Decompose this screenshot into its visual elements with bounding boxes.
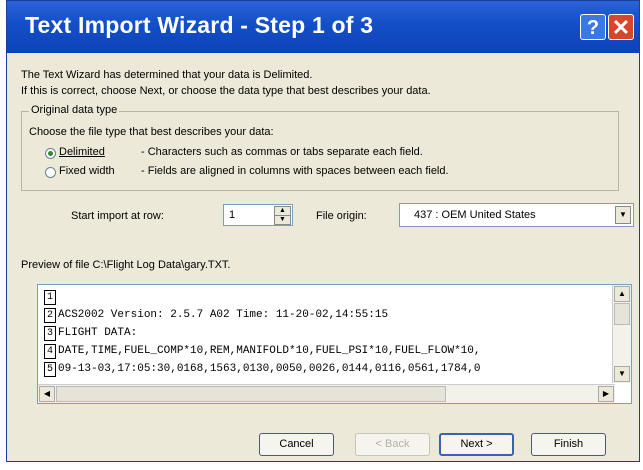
horizontal-scroll-thumb[interactable] — [56, 386, 446, 402]
original-data-type-label: Original data type — [29, 104, 120, 116]
row-number: 1 — [44, 290, 56, 305]
delimited-description: - Characters such as commas or tabs sepa… — [141, 146, 423, 158]
preview-row: 3 FLIGHT DATA: — [38, 326, 613, 344]
row-number: 3 — [44, 326, 56, 341]
file-type-prompt: Choose the file type that best describes… — [29, 126, 274, 138]
close-button[interactable]: ✕ — [608, 14, 634, 40]
window-title: Text Import Wizard - Step 1 of 3 — [25, 12, 374, 38]
row-number: 5 — [44, 362, 56, 377]
cancel-button[interactable]: Cancel — [259, 433, 334, 456]
title-bar[interactable]: Text Import Wizard - Step 1 of 3 ? ✕ — [7, 1, 639, 53]
start-row-value: 1 — [229, 209, 236, 221]
file-origin-value: 437 : OEM United States — [414, 209, 536, 221]
preview-label: Preview of file C:\Flight Log Data\gary.… — [21, 259, 231, 271]
intro-line-1: The Text Wizard has determined that your… — [21, 69, 313, 81]
vertical-scrollbar[interactable]: ▲ ▼ — [612, 285, 631, 383]
back-button[interactable]: < Back — [355, 433, 430, 456]
row-number: 2 — [44, 308, 56, 323]
start-import-label: Start import at row: — [71, 210, 164, 222]
preview-row: 5 09-13-03,17:05:30,0168,1563,0130,0050,0… — [38, 362, 613, 380]
preview-row: 2 ACS2002 Version: 2.5.7 A02 Time: 11-20-… — [38, 308, 613, 326]
preview-row: 1 — [38, 290, 613, 308]
row-text: 09-13-03,17:05:30,0168,1563,0130,0050,00… — [58, 363, 481, 375]
intro-line-2: If this is correct, choose Next, or choo… — [21, 85, 431, 97]
scroll-up-icon[interactable]: ▲ — [614, 286, 630, 302]
vertical-scroll-thumb[interactable] — [614, 303, 630, 325]
fixed-width-description: - Fields are aligned in columns with spa… — [141, 165, 449, 177]
next-button[interactable]: Next > — [439, 433, 514, 456]
chevron-down-icon[interactable]: ▼ — [615, 206, 631, 224]
horizontal-scrollbar[interactable]: ◀ ▶ — [38, 384, 615, 403]
finish-button[interactable]: Finish — [531, 433, 606, 456]
file-origin-select[interactable]: 437 : OEM United States ▼ — [399, 203, 634, 227]
spin-down-icon[interactable]: ▼ — [274, 215, 291, 225]
fixed-width-radio[interactable] — [45, 167, 56, 178]
start-row-input[interactable]: 1 ▲ ▼ — [223, 204, 293, 226]
delimited-label[interactable]: Delimited — [59, 146, 105, 158]
scroll-down-icon[interactable]: ▼ — [614, 366, 630, 382]
scroll-left-icon[interactable]: ◀ — [39, 386, 55, 402]
scroll-right-icon[interactable]: ▶ — [598, 386, 614, 402]
file-origin-label: File origin: — [316, 210, 367, 222]
help-button[interactable]: ? — [580, 14, 606, 40]
row-number: 4 — [44, 344, 56, 359]
row-text: DATE,TIME,FUEL_COMP*10,REM,MANIFOLD*10,F… — [58, 345, 481, 357]
row-text: FLIGHT DATA: — [58, 327, 138, 339]
delimited-radio[interactable] — [45, 148, 56, 159]
text-import-wizard-dialog: Text Import Wizard - Step 1 of 3 ? ✕ The… — [6, 0, 640, 462]
preview-row: 4 DATE,TIME,FUEL_COMP*10,REM,MANIFOLD*10,… — [38, 344, 613, 362]
row-text: ACS2002 Version: 2.5.7 A02 Time: 11-20-0… — [58, 309, 389, 321]
preview-pane[interactable]: 1 2 ACS2002 Version: 2.5.7 A02 Time: 11-2… — [37, 284, 632, 404]
fixed-width-label[interactable]: Fixed width — [59, 165, 115, 177]
